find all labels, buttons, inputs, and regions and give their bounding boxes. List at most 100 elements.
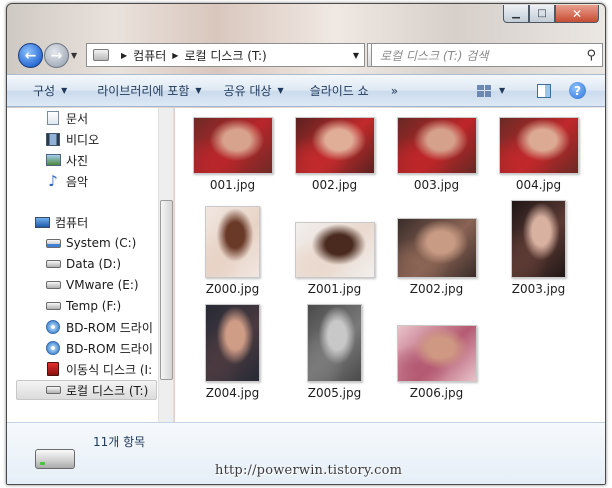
nav-item[interactable]: Data (D:) bbox=[45, 254, 121, 274]
share-with-label: 공유 대상 bbox=[223, 84, 272, 98]
change-view-button[interactable]: ▼ bbox=[477, 75, 505, 106]
more-commands-button[interactable]: » bbox=[391, 75, 398, 106]
nav-item[interactable]: 문서 bbox=[45, 108, 88, 128]
file-item[interactable]: 001.jpg bbox=[185, 117, 280, 192]
help-button[interactable]: ? bbox=[569, 75, 586, 106]
share-with-menu[interactable]: 공유 대상 ▼ bbox=[224, 75, 284, 106]
computer-icon bbox=[93, 49, 109, 61]
breadcrumb-separator-icon[interactable]: ▶ bbox=[172, 51, 178, 60]
nav-item[interactable]: 비디오 bbox=[45, 129, 99, 149]
nav-item-label: 사진 bbox=[66, 153, 89, 168]
image-thumbnail[interactable] bbox=[294, 117, 375, 174]
picture-icon bbox=[45, 153, 61, 167]
forward-arrow-icon: → bbox=[50, 47, 63, 64]
nav-item[interactable]: BD-ROM 드라이 bbox=[45, 317, 153, 337]
nav-item-label: Temp (F:) bbox=[66, 299, 122, 313]
file-item[interactable]: Z005.jpg bbox=[287, 304, 382, 400]
image-thumbnail[interactable] bbox=[396, 218, 477, 278]
image-thumbnail[interactable] bbox=[205, 304, 260, 382]
file-item[interactable]: Z001.jpg bbox=[287, 222, 382, 296]
include-library-label: 라이브러리에 포함 bbox=[97, 84, 190, 98]
image-thumbnail[interactable] bbox=[192, 117, 273, 174]
more-label: » bbox=[390, 83, 399, 98]
optical-drive-icon bbox=[45, 341, 61, 355]
nav-item[interactable]: 사진 bbox=[45, 150, 88, 170]
file-item[interactable]: Z006.jpg bbox=[389, 325, 484, 400]
chevron-down-icon: ▼ bbox=[277, 86, 284, 95]
image-thumbnail[interactable] bbox=[294, 222, 375, 278]
image-thumbnail[interactable] bbox=[511, 200, 566, 278]
nav-item-label: 문서 bbox=[66, 111, 89, 126]
file-item[interactable]: Z003.jpg bbox=[491, 200, 586, 296]
include-library-menu[interactable]: 라이브러리에 포함 ▼ bbox=[97, 75, 201, 106]
maximize-button[interactable]: □ bbox=[529, 5, 555, 23]
music-icon: ♪ bbox=[48, 172, 58, 190]
image-thumbnail[interactable] bbox=[396, 325, 477, 382]
drive-icon bbox=[35, 449, 75, 469]
minimize-button[interactable]: ▁ bbox=[503, 5, 529, 23]
nav-scroll-thumb[interactable] bbox=[160, 200, 173, 380]
drive-icon bbox=[45, 278, 61, 292]
file-name: Z005.jpg bbox=[307, 386, 362, 400]
nav-item[interactable]: 로컬 디스크 (T:) bbox=[16, 380, 157, 400]
explorer-window: ▁ □ ✕ ← → ▼ ▶ 컴퓨터 ▶ 로컬 디스크 (T:) ▼ ↻ 로컬 디… bbox=[6, 3, 606, 485]
file-view: 001.jpg 002.jpg 003.jpg 004.jpg Z000.jpg Z001… bbox=[175, 108, 605, 422]
image-thumbnail[interactable] bbox=[396, 117, 477, 174]
breadcrumb-separator-icon[interactable]: ▶ bbox=[121, 51, 127, 60]
nav-item-label: VMware (E:) bbox=[66, 278, 139, 292]
nav-item[interactable]: Temp (F:) bbox=[45, 296, 121, 316]
address-bar[interactable]: ▶ 컴퓨터 ▶ 로컬 디스크 (T:) ▼ bbox=[86, 43, 365, 67]
chevron-down-icon: ▼ bbox=[499, 86, 506, 95]
nav-item-label: 컴퓨터 bbox=[55, 215, 89, 230]
file-name: Z000.jpg bbox=[205, 282, 260, 296]
search-box[interactable]: 로컬 디스크 (T:) 검색 ⚲ bbox=[371, 43, 603, 67]
file-name: Z003.jpg bbox=[511, 282, 566, 296]
system-drive-icon bbox=[45, 236, 61, 250]
watermark: http://powerwin.tistory.com bbox=[215, 463, 403, 478]
nav-item-label: BD-ROM 드라이 bbox=[66, 320, 153, 335]
details-pane: 11개 항목 http://powerwin.tistory.com bbox=[7, 422, 605, 484]
drive-icon bbox=[45, 299, 61, 313]
file-item[interactable]: 003.jpg bbox=[389, 117, 484, 192]
document-icon bbox=[45, 111, 61, 125]
file-item[interactable]: 004.jpg bbox=[491, 117, 586, 192]
nav-item-label: Data (D:) bbox=[66, 257, 122, 271]
view-grid-icon bbox=[477, 84, 491, 97]
slideshow-label: 슬라이드 쇼 bbox=[309, 84, 369, 98]
file-item[interactable]: Z004.jpg bbox=[185, 304, 280, 400]
image-thumbnail[interactable] bbox=[307, 304, 362, 382]
file-item[interactable]: 002.jpg bbox=[287, 117, 382, 192]
close-button[interactable]: ✕ bbox=[555, 5, 599, 23]
nav-item[interactable]: BD-ROM 드라이 bbox=[45, 338, 153, 358]
breadcrumb-local-disk[interactable]: 로컬 디스크 (T:) bbox=[184, 47, 266, 64]
file-name: Z006.jpg bbox=[409, 386, 464, 400]
recent-pages-dropdown[interactable]: ▼ bbox=[71, 51, 77, 60]
search-icon[interactable]: ⚲ bbox=[586, 48, 596, 63]
breadcrumb-computer[interactable]: 컴퓨터 bbox=[133, 47, 166, 64]
file-name: Z004.jpg bbox=[205, 386, 260, 400]
back-button[interactable]: ← bbox=[18, 43, 43, 68]
image-thumbnail[interactable] bbox=[205, 206, 260, 278]
nav-item-computer[interactable]: 컴퓨터 bbox=[34, 212, 88, 232]
organize-menu[interactable]: 구성 ▼ bbox=[33, 75, 67, 106]
file-name: Z001.jpg bbox=[307, 282, 362, 296]
file-item[interactable]: Z000.jpg bbox=[185, 206, 280, 296]
file-item[interactable]: Z002.jpg bbox=[389, 218, 484, 296]
slideshow-button[interactable]: 슬라이드 쇼 bbox=[310, 75, 369, 106]
nav-scrollbar[interactable] bbox=[158, 108, 173, 422]
organize-label: 구성 bbox=[33, 84, 56, 98]
nav-item-label: BD-ROM 드라이 bbox=[66, 341, 153, 356]
image-thumbnail[interactable] bbox=[498, 117, 579, 174]
nav-item[interactable]: 이동식 디스크 (I: bbox=[45, 359, 152, 379]
file-name: 002.jpg bbox=[311, 178, 358, 192]
navigation-pane: 문서비디오사진 ♪ 음악컴퓨터 System (C:) Data (D:) VMware … bbox=[7, 108, 174, 422]
nav-item[interactable]: ♪ 음악 bbox=[45, 171, 88, 191]
chevron-down-icon: ▼ bbox=[195, 86, 202, 95]
forward-button[interactable]: → bbox=[44, 43, 69, 68]
nav-item-label: System (C:) bbox=[66, 236, 137, 250]
nav-item[interactable]: VMware (E:) bbox=[45, 275, 139, 295]
preview-pane-button[interactable] bbox=[537, 75, 551, 106]
nav-item[interactable]: System (C:) bbox=[45, 233, 136, 253]
video-icon bbox=[45, 132, 61, 146]
address-dropdown-icon[interactable]: ▼ bbox=[348, 51, 364, 60]
